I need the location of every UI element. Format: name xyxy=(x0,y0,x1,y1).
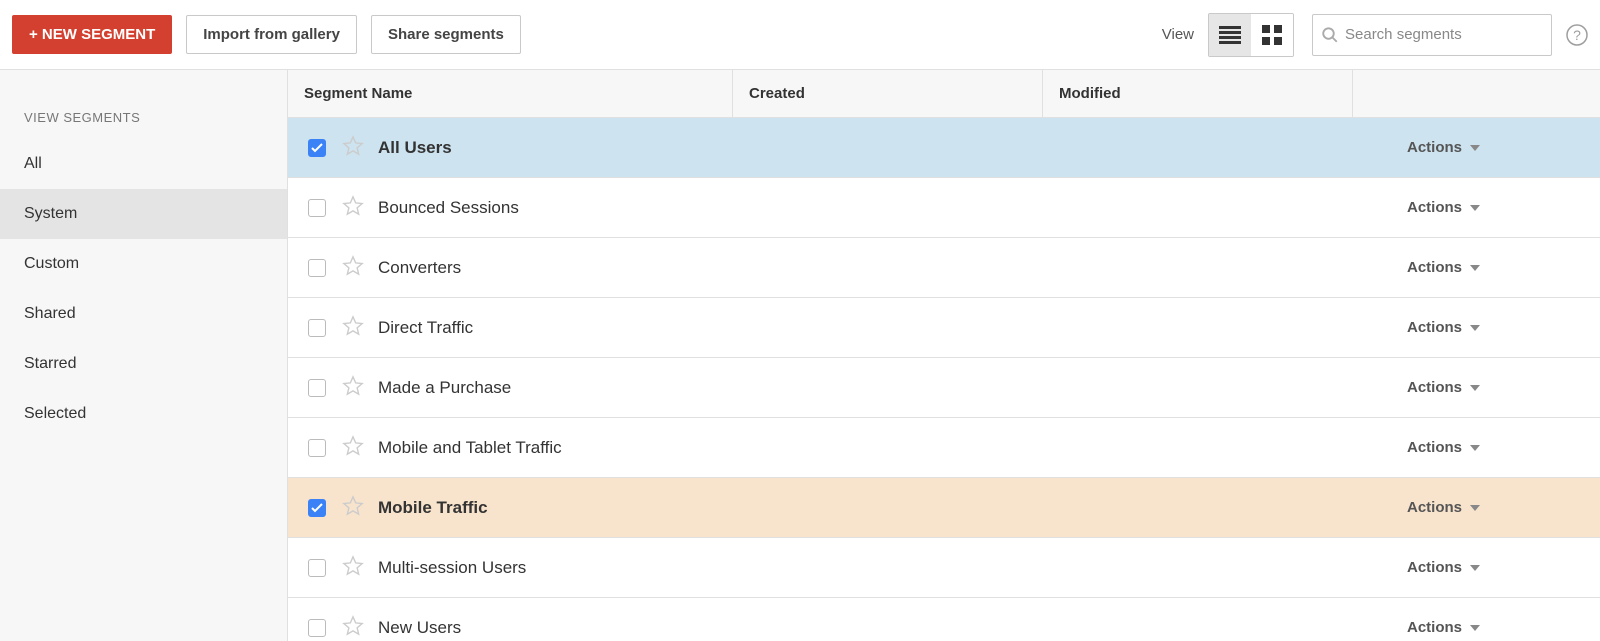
header-modified[interactable]: Modified xyxy=(1042,70,1352,117)
row-checkbox[interactable] xyxy=(308,259,326,277)
row-checkbox[interactable] xyxy=(308,439,326,457)
table-row[interactable]: Converters Actions xyxy=(288,238,1600,298)
table-row[interactable]: Mobile Traffic Actions xyxy=(288,478,1600,538)
segment-name: Mobile and Tablet Traffic xyxy=(378,438,562,458)
sidebar-item-all[interactable]: All xyxy=(0,139,287,189)
help-icon[interactable]: ? xyxy=(1566,24,1588,46)
actions-dropdown[interactable]: Actions xyxy=(1407,619,1600,636)
sidebar-title: VIEW SEGMENTS xyxy=(0,100,287,139)
header-actions xyxy=(1352,70,1600,117)
import-from-gallery-button[interactable]: Import from gallery xyxy=(186,15,357,54)
row-checkbox[interactable] xyxy=(308,499,326,517)
segment-name: Multi-session Users xyxy=(378,558,526,578)
row-checkbox[interactable] xyxy=(308,199,326,217)
segment-name: New Users xyxy=(378,618,461,638)
row-checkbox[interactable] xyxy=(308,319,326,337)
star-icon[interactable] xyxy=(342,315,364,340)
segment-name: Made a Purchase xyxy=(378,378,511,398)
chevron-down-icon xyxy=(1470,205,1480,211)
sidebar: VIEW SEGMENTS All System Custom Shared S… xyxy=(0,70,288,641)
actions-label: Actions xyxy=(1407,199,1462,216)
header-created[interactable]: Created xyxy=(732,70,1042,117)
star-icon[interactable] xyxy=(342,495,364,520)
sidebar-item-system[interactable]: System xyxy=(0,189,287,239)
list-view-icon[interactable] xyxy=(1209,14,1251,56)
search-box[interactable] xyxy=(1312,14,1552,56)
view-toggle xyxy=(1208,13,1294,57)
segment-name: All Users xyxy=(378,138,452,158)
actions-label: Actions xyxy=(1407,439,1462,456)
star-icon[interactable] xyxy=(342,435,364,460)
new-segment-button[interactable]: + NEW SEGMENT xyxy=(12,15,172,54)
row-checkbox[interactable] xyxy=(308,559,326,577)
table-row[interactable]: Mobile and Tablet Traffic Actions xyxy=(288,418,1600,478)
chevron-down-icon xyxy=(1470,445,1480,451)
row-checkbox[interactable] xyxy=(308,619,326,637)
actions-label: Actions xyxy=(1407,259,1462,276)
segment-name: Mobile Traffic xyxy=(378,498,488,518)
chevron-down-icon xyxy=(1470,325,1480,331)
table-row[interactable]: Bounced Sessions Actions xyxy=(288,178,1600,238)
view-label: View xyxy=(1162,26,1194,43)
toolbar: + NEW SEGMENT Import from gallery Share … xyxy=(0,0,1600,70)
actions-dropdown[interactable]: Actions xyxy=(1407,139,1600,156)
header-segment-name[interactable]: Segment Name xyxy=(288,85,732,102)
chevron-down-icon xyxy=(1470,385,1480,391)
star-icon[interactable] xyxy=(342,255,364,280)
chevron-down-icon xyxy=(1470,145,1480,151)
actions-dropdown[interactable]: Actions xyxy=(1407,199,1600,216)
chevron-down-icon xyxy=(1470,505,1480,511)
search-icon xyxy=(1321,26,1339,44)
actions-label: Actions xyxy=(1407,379,1462,396)
actions-dropdown[interactable]: Actions xyxy=(1407,319,1600,336)
table-row[interactable]: New Users Actions xyxy=(288,598,1600,641)
search-input[interactable] xyxy=(1345,26,1543,43)
actions-label: Actions xyxy=(1407,319,1462,336)
table-header: Segment Name Created Modified xyxy=(288,70,1600,118)
star-icon[interactable] xyxy=(342,615,364,640)
chevron-down-icon xyxy=(1470,565,1480,571)
actions-label: Actions xyxy=(1407,139,1462,156)
actions-dropdown[interactable]: Actions xyxy=(1407,559,1600,576)
actions-dropdown[interactable]: Actions xyxy=(1407,379,1600,396)
table-row[interactable]: All Users Actions xyxy=(288,118,1600,178)
segment-name: Direct Traffic xyxy=(378,318,473,338)
actions-dropdown[interactable]: Actions xyxy=(1407,259,1600,276)
segments-table: Segment Name Created Modified All UsersA… xyxy=(288,70,1600,641)
chevron-down-icon xyxy=(1470,625,1480,631)
star-icon[interactable] xyxy=(342,135,364,160)
actions-dropdown[interactable]: Actions xyxy=(1407,499,1600,516)
table-row[interactable]: Made a Purchase Actions xyxy=(288,358,1600,418)
star-icon[interactable] xyxy=(342,555,364,580)
share-segments-button[interactable]: Share segments xyxy=(371,15,521,54)
actions-label: Actions xyxy=(1407,619,1462,636)
svg-text:?: ? xyxy=(1573,27,1581,43)
actions-label: Actions xyxy=(1407,499,1462,516)
table-row[interactable]: Multi-session Users Actions xyxy=(288,538,1600,598)
table-row[interactable]: Direct Traffic Actions xyxy=(288,298,1600,358)
actions-label: Actions xyxy=(1407,559,1462,576)
row-checkbox[interactable] xyxy=(308,379,326,397)
sidebar-item-custom[interactable]: Custom xyxy=(0,239,287,289)
chevron-down-icon xyxy=(1470,265,1480,271)
segment-name: Bounced Sessions xyxy=(378,198,519,218)
star-icon[interactable] xyxy=(342,195,364,220)
sidebar-item-starred[interactable]: Starred xyxy=(0,339,287,389)
star-icon[interactable] xyxy=(342,375,364,400)
grid-view-icon[interactable] xyxy=(1251,14,1293,56)
segment-name: Converters xyxy=(378,258,461,278)
sidebar-item-shared[interactable]: Shared xyxy=(0,289,287,339)
actions-dropdown[interactable]: Actions xyxy=(1407,439,1600,456)
row-checkbox[interactable] xyxy=(308,139,326,157)
sidebar-item-selected[interactable]: Selected xyxy=(0,389,287,439)
